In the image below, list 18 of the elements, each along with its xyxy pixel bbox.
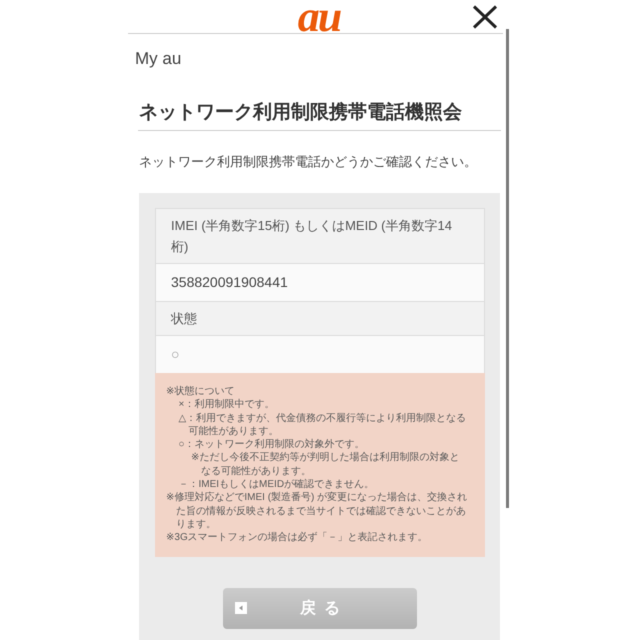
note-text: ※ただし今後不正契約等が判明した場合は利用制限の対象となる可能性があります。 <box>191 451 460 478</box>
status-value: ○ <box>156 335 484 373</box>
field-value: 358820091908441 <box>156 263 484 301</box>
note-text: ※3Gスマートフォンの場合は必ず「－」と表記されます。 <box>166 531 429 545</box>
breadcrumb[interactable]: My au <box>135 48 503 70</box>
field-label: IMEI (半角数字15桁) もしくはMEID (半角数字14桁) <box>156 209 484 263</box>
field-label: 状態 <box>156 301 484 335</box>
note-text: －：IMEIもしくはMEIDが確認できません。 <box>178 478 376 492</box>
note-text: △：利用できますが、代金債務の不履行等により利用制限となる可能性があります。 <box>178 412 468 438</box>
scrollbar-thumb[interactable] <box>506 29 509 508</box>
note-text: ※修理対応などでIMEI (製造番号) が変更になった場合は、交換された旨の情報が反映されるまで当サイトでは確認できないことがあります。 <box>166 491 468 532</box>
close-icon[interactable] <box>472 4 498 28</box>
note-text: ※状態について <box>166 385 236 398</box>
page-title: ネットワーク利用制限携帯電話機照会 <box>138 101 501 131</box>
note-text: ○：ネットワーク利用制限の対象外です。 <box>178 438 366 452</box>
page-description: ネットワーク利用制限携帯電話かどうかご確認ください。 <box>139 154 478 170</box>
note-text: ×：利用制限中です。 <box>178 398 276 412</box>
logo: au <box>298 0 342 32</box>
